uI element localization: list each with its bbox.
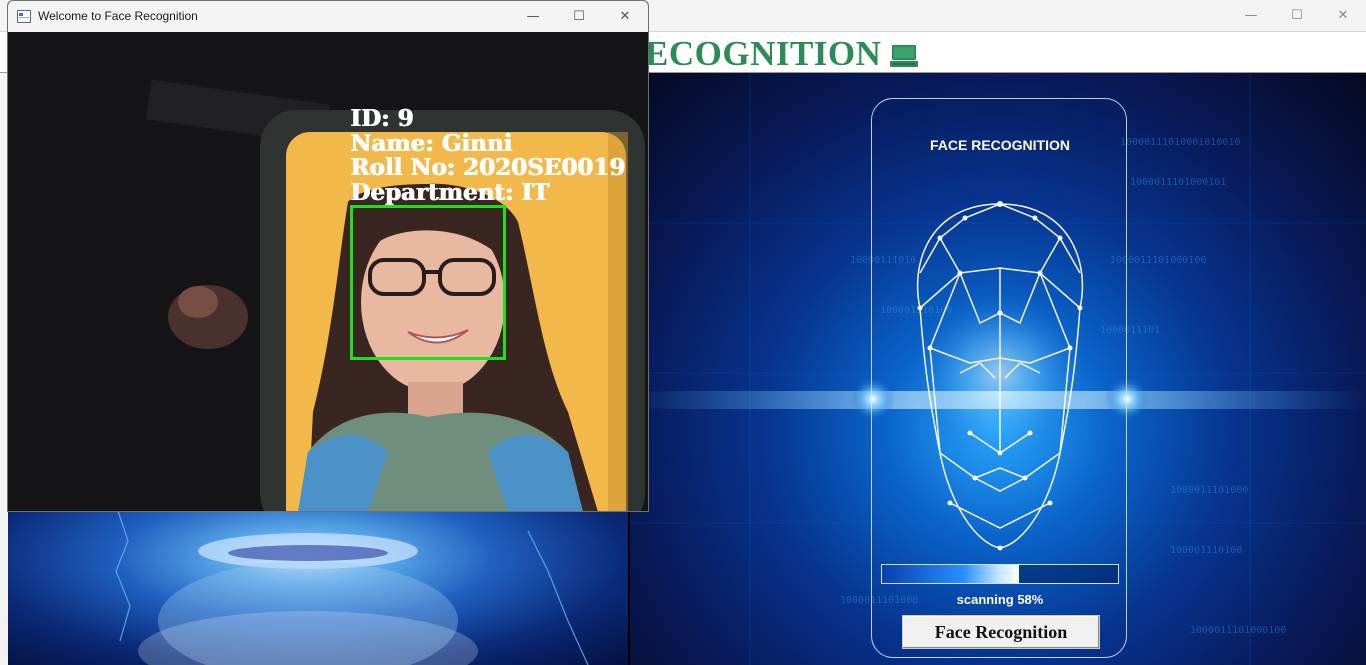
minimize-button[interactable]: — bbox=[1228, 0, 1274, 31]
svg-text:1000011101000101: 1000011101000101 bbox=[1130, 177, 1226, 188]
scan-progress-fill bbox=[882, 565, 1019, 583]
overlay-department: Department: IT bbox=[350, 178, 549, 206]
recognition-overlay-text: ID: 9 Name: Ginni Roll No: 2020SE0019 De… bbox=[350, 105, 625, 206]
svg-text:1000011101000100: 1000011101000100 bbox=[1190, 625, 1286, 636]
minimize-button[interactable]: — bbox=[510, 1, 556, 32]
face-recognition-background: 10000111010001010010 1000011101000101 10… bbox=[630, 73, 1366, 665]
panel-title: FACE RECOGNITION bbox=[929, 137, 1070, 153]
svg-text:1000011101000: 1000011101000 bbox=[1170, 485, 1248, 496]
face-closeup-graphic bbox=[115, 511, 589, 665]
svg-text:100001110100: 100001110100 bbox=[1170, 545, 1242, 556]
maximize-button[interactable]: ☐ bbox=[1274, 0, 1320, 31]
close-button[interactable]: ✕ bbox=[1320, 0, 1366, 31]
overlay-name: Name: Ginni bbox=[350, 129, 512, 157]
main-window-controls: — ☐ ✕ bbox=[1228, 0, 1366, 31]
face-scan-panel: FACE RECOGNITION scanning 58% Face Recog… bbox=[871, 98, 1127, 658]
camera-window-titlebar[interactable]: Welcome to Face Recognition — ☐ ✕ bbox=[8, 1, 648, 32]
laptop-icon bbox=[890, 45, 918, 67]
background-face-image bbox=[8, 511, 628, 665]
webcam-frame-graphic bbox=[8, 32, 648, 511]
face-recognition-button[interactable]: Face Recognition bbox=[902, 615, 1100, 649]
svg-text:10000111010001010010: 10000111010001010010 bbox=[1120, 137, 1240, 148]
face-detection-box bbox=[350, 205, 506, 360]
close-button[interactable]: ✕ bbox=[602, 1, 648, 32]
page-heading: ECOGNITION bbox=[645, 34, 882, 73]
scan-progress-label: scanning 58% bbox=[956, 592, 1044, 607]
app-window-icon bbox=[17, 10, 31, 23]
camera-feed: ID: 9 Name: Ginni Roll No: 2020SE0019 De… bbox=[8, 32, 648, 511]
camera-window: Welcome to Face Recognition — ☐ ✕ ID: 9 … bbox=[7, 0, 649, 512]
overlay-id: ID: 9 bbox=[350, 105, 414, 132]
scan-progress-bar bbox=[881, 564, 1119, 584]
camera-window-title: Welcome to Face Recognition bbox=[38, 9, 198, 23]
overlay-roll-no: Roll No: 2020SE0019 bbox=[350, 154, 625, 181]
maximize-button[interactable]: ☐ bbox=[556, 1, 602, 32]
camera-window-controls: — ☐ ✕ bbox=[510, 1, 648, 32]
